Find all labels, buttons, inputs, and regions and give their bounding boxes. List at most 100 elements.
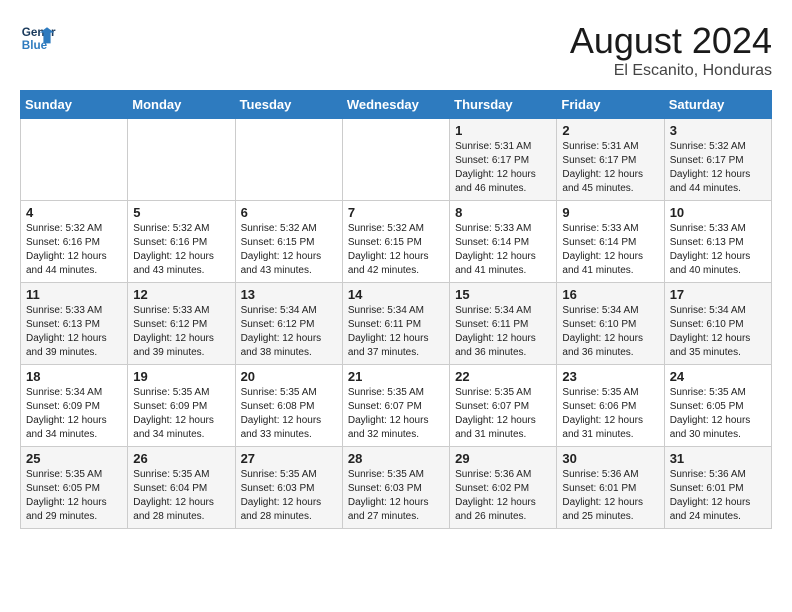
day-info: Sunrise: 5:36 AM Sunset: 6:01 PM Dayligh… — [562, 468, 658, 524]
logo-icon: General Blue — [20, 20, 56, 56]
day-number: 18 — [26, 369, 122, 384]
calendar-cell: 13 Sunrise: 5:34 AM Sunset: 6:12 PM Dayli… — [235, 283, 342, 365]
weekday-header-monday: Monday — [128, 91, 235, 119]
day-info: Sunrise: 5:32 AM Sunset: 6:16 PM Dayligh… — [133, 222, 229, 278]
svg-text:General: General — [22, 26, 56, 39]
calendar-cell: 15Sunrise: 5:34 AM Sunset: 6:11 PM Dayli… — [450, 283, 557, 365]
calendar-cell: 11Sunrise: 5:33 AM Sunset: 6:13 PM Dayli… — [21, 283, 128, 365]
calendar-cell: 10 Sunrise: 5:33 AM Sunset: 6:13 PM Dayli… — [664, 201, 771, 283]
day-number: 25 — [26, 451, 122, 466]
calendar-cell: 6 Sunrise: 5:32 AM Sunset: 6:15 PM Daylig… — [235, 201, 342, 283]
day-info: Sunrise: 5:32 AM Sunset: 6:15 PM Dayligh… — [348, 222, 444, 278]
calendar-week-4: 18 Sunrise: 5:34 AM Sunset: 6:09 PM Dayli… — [21, 365, 772, 447]
calendar-cell: 26Sunrise: 5:35 AM Sunset: 6:04 PM Dayli… — [128, 447, 235, 529]
day-number: 23 — [562, 369, 658, 384]
day-number: 20 — [241, 369, 337, 384]
day-number: 13 — [241, 287, 337, 302]
calendar-cell — [342, 119, 449, 201]
day-info: Sunrise: 5:35 AM Sunset: 6:07 PM Dayligh… — [348, 386, 444, 442]
weekday-header-friday: Friday — [557, 91, 664, 119]
calendar-cell: 27Sunrise: 5:35 AM Sunset: 6:03 PM Dayli… — [235, 447, 342, 529]
day-info: Sunrise: 5:34 AM Sunset: 6:11 PM Dayligh… — [348, 304, 444, 360]
day-number: 11 — [26, 287, 122, 302]
day-number: 8 — [455, 205, 551, 220]
weekday-header-wednesday: Wednesday — [342, 91, 449, 119]
day-info: Sunrise: 5:34 AM Sunset: 6:12 PM Dayligh… — [241, 304, 337, 360]
calendar-cell: 28 Sunrise: 5:35 AM Sunset: 6:03 PM Dayli… — [342, 447, 449, 529]
weekday-header-thursday: Thursday — [450, 91, 557, 119]
title-area: August 2024 El Escanito, Honduras — [570, 20, 772, 80]
day-info: Sunrise: 5:33 AM Sunset: 6:14 PM Dayligh… — [562, 222, 658, 278]
calendar-cell: 20 Sunrise: 5:35 AM Sunset: 6:08 PM Dayli… — [235, 365, 342, 447]
location-subtitle: El Escanito, Honduras — [570, 62, 772, 80]
calendar-cell: 19Sunrise: 5:35 AM Sunset: 6:09 PM Dayli… — [128, 365, 235, 447]
calendar-cell: 30 Sunrise: 5:36 AM Sunset: 6:01 PM Dayli… — [557, 447, 664, 529]
calendar-cell: 21 Sunrise: 5:35 AM Sunset: 6:07 PM Dayli… — [342, 365, 449, 447]
calendar-cell: 14 Sunrise: 5:34 AM Sunset: 6:11 PM Dayli… — [342, 283, 449, 365]
day-number: 3 — [670, 123, 766, 138]
day-info: Sunrise: 5:34 AM Sunset: 6:11 PM Dayligh… — [455, 304, 551, 360]
day-number: 28 — [348, 451, 444, 466]
calendar-cell: 25 Sunrise: 5:35 AM Sunset: 6:05 PM Dayli… — [21, 447, 128, 529]
calendar-cell: 3 Sunrise: 5:32 AM Sunset: 6:17 PM Daylig… — [664, 119, 771, 201]
day-number: 21 — [348, 369, 444, 384]
calendar-cell — [128, 119, 235, 201]
day-number: 30 — [562, 451, 658, 466]
day-number: 16 — [562, 287, 658, 302]
calendar-week-3: 11Sunrise: 5:33 AM Sunset: 6:13 PM Dayli… — [21, 283, 772, 365]
day-info: Sunrise: 5:34 AM Sunset: 6:10 PM Dayligh… — [562, 304, 658, 360]
day-number: 27 — [241, 451, 337, 466]
calendar-cell: 16 Sunrise: 5:34 AM Sunset: 6:10 PM Dayli… — [557, 283, 664, 365]
calendar-week-1: 1 Sunrise: 5:31 AM Sunset: 6:17 PM Daylig… — [21, 119, 772, 201]
day-info: Sunrise: 5:35 AM Sunset: 6:09 PM Dayligh… — [133, 386, 229, 442]
calendar-cell — [21, 119, 128, 201]
calendar-cell: 7 Sunrise: 5:32 AM Sunset: 6:15 PM Daylig… — [342, 201, 449, 283]
day-info: Sunrise: 5:33 AM Sunset: 6:13 PM Dayligh… — [670, 222, 766, 278]
day-number: 7 — [348, 205, 444, 220]
day-number: 10 — [670, 205, 766, 220]
day-info: Sunrise: 5:35 AM Sunset: 6:06 PM Dayligh… — [562, 386, 658, 442]
calendar-cell: 24 Sunrise: 5:35 AM Sunset: 6:05 PM Dayli… — [664, 365, 771, 447]
day-info: Sunrise: 5:35 AM Sunset: 6:08 PM Dayligh… — [241, 386, 337, 442]
weekday-header-tuesday: Tuesday — [235, 91, 342, 119]
calendar-cell: 23 Sunrise: 5:35 AM Sunset: 6:06 PM Dayli… — [557, 365, 664, 447]
day-info: Sunrise: 5:35 AM Sunset: 6:05 PM Dayligh… — [26, 468, 122, 524]
calendar-cell: 31Sunrise: 5:36 AM Sunset: 6:01 PM Dayli… — [664, 447, 771, 529]
day-info: Sunrise: 5:34 AM Sunset: 6:10 PM Dayligh… — [670, 304, 766, 360]
day-number: 31 — [670, 451, 766, 466]
day-number: 29 — [455, 451, 551, 466]
calendar-table: SundayMondayTuesdayWednesdayThursdayFrid… — [20, 90, 772, 529]
month-year-title: August 2024 — [570, 20, 772, 62]
day-info: Sunrise: 5:35 AM Sunset: 6:03 PM Dayligh… — [348, 468, 444, 524]
calendar-cell: 12Sunrise: 5:33 AM Sunset: 6:12 PM Dayli… — [128, 283, 235, 365]
calendar-cell: 17Sunrise: 5:34 AM Sunset: 6:10 PM Dayli… — [664, 283, 771, 365]
day-number: 5 — [133, 205, 229, 220]
day-number: 24 — [670, 369, 766, 384]
day-info: Sunrise: 5:36 AM Sunset: 6:02 PM Dayligh… — [455, 468, 551, 524]
day-number: 1 — [455, 123, 551, 138]
day-number: 9 — [562, 205, 658, 220]
day-info: Sunrise: 5:35 AM Sunset: 6:07 PM Dayligh… — [455, 386, 551, 442]
calendar-cell: 22 Sunrise: 5:35 AM Sunset: 6:07 PM Dayli… — [450, 365, 557, 447]
day-info: Sunrise: 5:31 AM Sunset: 6:17 PM Dayligh… — [455, 140, 551, 196]
calendar-cell: 4Sunrise: 5:32 AM Sunset: 6:16 PM Daylig… — [21, 201, 128, 283]
day-info: Sunrise: 5:32 AM Sunset: 6:15 PM Dayligh… — [241, 222, 337, 278]
page-header: General Blue August 2024 El Escanito, Ho… — [20, 20, 772, 80]
calendar-cell — [235, 119, 342, 201]
day-number: 14 — [348, 287, 444, 302]
logo: General Blue — [20, 20, 56, 56]
day-info: Sunrise: 5:35 AM Sunset: 6:04 PM Dayligh… — [133, 468, 229, 524]
day-info: Sunrise: 5:35 AM Sunset: 6:05 PM Dayligh… — [670, 386, 766, 442]
calendar-cell: 5 Sunrise: 5:32 AM Sunset: 6:16 PM Daylig… — [128, 201, 235, 283]
day-info: Sunrise: 5:31 AM Sunset: 6:17 PM Dayligh… — [562, 140, 658, 196]
day-number: 4 — [26, 205, 122, 220]
day-number: 12 — [133, 287, 229, 302]
calendar-cell: 1 Sunrise: 5:31 AM Sunset: 6:17 PM Daylig… — [450, 119, 557, 201]
day-number: 6 — [241, 205, 337, 220]
day-info: Sunrise: 5:32 AM Sunset: 6:17 PM Dayligh… — [670, 140, 766, 196]
calendar-cell: 8Sunrise: 5:33 AM Sunset: 6:14 PM Daylig… — [450, 201, 557, 283]
calendar-cell: 18 Sunrise: 5:34 AM Sunset: 6:09 PM Dayli… — [21, 365, 128, 447]
day-number: 22 — [455, 369, 551, 384]
day-number: 2 — [562, 123, 658, 138]
day-info: Sunrise: 5:34 AM Sunset: 6:09 PM Dayligh… — [26, 386, 122, 442]
